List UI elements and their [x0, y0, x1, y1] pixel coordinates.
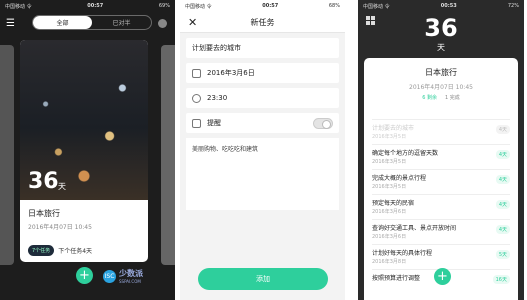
task-date: 2016年3月5日 — [372, 184, 407, 190]
countdown-header: 36 天 — [358, 12, 524, 57]
days-unit: 天 — [437, 43, 445, 52]
new-task-screen: 中国移动 令 00:57 68% ✕ 新任务 计划要去的城市 2016年3月6日… — [180, 0, 345, 300]
trip-card[interactable]: 36 天 日本旅行 2016年4月07日 10:45 7个任务 下个任务4天 — [20, 40, 148, 262]
trip-list-screen: 中国移动 令 00:57 69% ☰ 全部 已对半 36 天 日本旅行 2016… — [0, 0, 175, 300]
filter-segmented-control: 全部 已对半 — [32, 15, 152, 30]
days-count: 36 — [424, 14, 458, 42]
days-left-badge: 5天 — [495, 250, 510, 259]
task-row[interactable]: 预定每天的民宿 2016年3月6日 4天 — [372, 194, 510, 215]
add-task-button[interactable]: 添加 — [198, 268, 328, 290]
task-date: 2016年3月6日 — [372, 234, 407, 240]
watermark-logo: ISC — [103, 269, 116, 283]
note-textarea[interactable]: 美丽购物、吃吃吃和建筑 — [186, 138, 339, 210]
next-card-edge[interactable] — [161, 45, 175, 265]
nav-header: ✕ 新任务 — [180, 12, 345, 33]
info-icon[interactable] — [158, 18, 167, 28]
task-name: 计划好每天的具体行程 — [372, 250, 433, 257]
days-left-badge: 4天 — [495, 125, 510, 134]
calendar-icon — [192, 68, 201, 78]
cover-photo: 36 天 — [20, 40, 148, 200]
date-value: 2016年3月6日 — [207, 69, 255, 77]
trip-title: 日本旅行 — [425, 68, 457, 77]
task-row[interactable]: 计划要去的城市 2016年3月5日 4天 — [372, 119, 510, 140]
days-left-badge: 4天 — [495, 175, 510, 184]
battery: 69% — [158, 3, 170, 9]
days-unit: 天 — [58, 182, 66, 191]
card-footer: 7个任务 下个任务4天 — [28, 245, 92, 256]
days-count: 36 — [28, 169, 59, 194]
watermark-sub: SSPAI.COM — [119, 279, 141, 284]
task-count-badge: 7个任务 — [28, 245, 55, 256]
task-name-field[interactable]: 计划要去的城市 — [186, 38, 339, 58]
bell-icon — [192, 118, 201, 128]
battery: 72% — [507, 3, 519, 9]
task-date: 2016年3月5日 — [372, 134, 407, 140]
status-bar: 中国移动 令 00:57 69% — [0, 0, 175, 12]
days-left-badge: 16天 — [492, 275, 510, 284]
task-date: 2016年3月6日 — [372, 209, 407, 215]
watermark-text: 少数派 — [119, 269, 143, 278]
task-name: 预定每天的民宿 — [372, 200, 415, 207]
task-name-value: 计划要去的城市 — [192, 44, 241, 52]
tab-all[interactable]: 全部 — [33, 16, 92, 29]
close-icon[interactable]: ✕ — [188, 16, 197, 29]
add-trip-button[interactable]: + — [76, 267, 93, 284]
task-date: 2016年3月8日 — [372, 259, 407, 265]
task-name: 确定每个地方的逗留天数 — [372, 150, 439, 157]
days-left-badge: 4天 — [495, 225, 510, 234]
top-bar: ☰ 全部 已对半 — [0, 12, 175, 34]
days-left-badge: 4天 — [495, 150, 510, 159]
add-task-button[interactable]: + — [434, 268, 451, 285]
prev-card-edge[interactable] — [0, 45, 14, 265]
watermark: ISC 少数派 SSPAI.COM — [103, 268, 143, 284]
task-name: 计划要去的城市 — [372, 125, 415, 132]
task-row[interactable]: 完成大概的景点行程 2016年3月5日 4天 — [372, 169, 510, 190]
clock-icon — [192, 93, 201, 103]
status-bar: 中国移动 令 00:53 72% — [358, 0, 524, 12]
task-name: 查询好交通工具、景点开放时间 — [372, 225, 457, 232]
time-field[interactable]: 23:30 — [186, 88, 339, 108]
task-sheet: 日本旅行 2016年4月07日 10:45 6 剩余 1 完成 计划要去的城市 2… — [364, 58, 518, 300]
battery: 68% — [328, 3, 340, 9]
task-row[interactable]: 确定每个地方的逗留天数 2016年3月5日 4天 — [372, 144, 510, 165]
carrier: 中国移动 令 — [5, 3, 32, 10]
date-field[interactable]: 2016年3月6日 — [186, 63, 339, 83]
trip-date: 2016年4月07日 10:45 — [28, 224, 92, 231]
carrier: 中国移动 令 — [185, 3, 212, 10]
clock: 00:57 — [87, 3, 104, 9]
done-count: 1 完成 — [445, 95, 460, 101]
task-row[interactable]: 查询好交通工具、景点开放时间 2016年3月6日 4天 — [372, 219, 510, 240]
reminder-label: 提醒 — [207, 119, 221, 127]
next-task-text: 下个任务4天 — [58, 248, 93, 255]
task-stats: 6 剩余 1 完成 — [364, 94, 518, 101]
status-bar: 中国移动 令 00:57 68% — [180, 0, 345, 12]
clock: 00:57 — [262, 3, 279, 9]
trip-date: 2016年4月07日 10:45 — [409, 84, 473, 91]
task-row[interactable]: 计划好每天的具体行程 2016年3月8日 5天 — [372, 244, 510, 265]
time-value: 23:30 — [207, 94, 228, 102]
trip-detail-screen: 中国移动 令 00:53 72% 36 天 日本旅行 2016年4月07日 10… — [358, 0, 524, 300]
menu-icon[interactable]: ☰ — [6, 18, 15, 29]
task-date: 2016年3月5日 — [372, 159, 407, 165]
task-name: 完成大概的景点行程 — [372, 175, 427, 182]
days-left-badge: 4天 — [495, 200, 510, 209]
remaining-count: 6 剩余 — [422, 95, 437, 101]
reminder-row: 提醒 — [186, 113, 339, 133]
carrier: 中国移动 令 — [363, 3, 390, 10]
reminder-toggle[interactable] — [313, 117, 333, 129]
clock: 00:53 — [440, 3, 457, 9]
trip-title: 日本旅行 — [28, 209, 60, 218]
page-title: 新任务 — [250, 17, 275, 27]
tab-half[interactable]: 已对半 — [92, 16, 151, 29]
